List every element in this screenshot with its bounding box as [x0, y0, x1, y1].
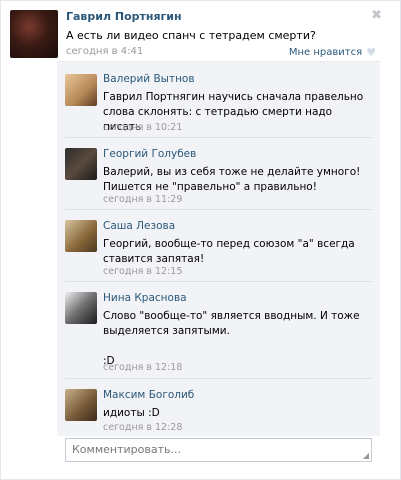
- comment-text: Слово "вообще-то" является вводным. И то…: [103, 310, 360, 367]
- comments-list: Валерий Вытнов Гаврил Портнягин научись …: [57, 62, 380, 436]
- comment-avatar[interactable]: [65, 74, 97, 106]
- comment-author[interactable]: Валерий Вытнов: [103, 73, 195, 85]
- comment-avatar[interactable]: [65, 148, 97, 180]
- comment-avatar[interactable]: [65, 292, 97, 324]
- post-author-avatar[interactable]: [10, 10, 58, 58]
- comment-avatar[interactable]: [65, 220, 97, 252]
- post-author-name[interactable]: Гаврил Портнягин: [66, 10, 182, 23]
- comment-input-placeholder: Комментировать...: [72, 443, 181, 456]
- close-icon[interactable]: ✖: [371, 8, 382, 23]
- comment-author[interactable]: Георгий Голубев: [103, 148, 196, 160]
- comment-author[interactable]: Саша Лезова: [103, 220, 175, 232]
- post-date[interactable]: сегодня в 4:41: [66, 46, 143, 57]
- comment-author[interactable]: Нина Краснова: [103, 292, 187, 304]
- comment-date[interactable]: сегодня в 11:29: [103, 194, 182, 205]
- comment-date[interactable]: сегодня в 12:28: [103, 422, 182, 433]
- comment-text: Валерий, вы из себя тоже не делайте умно…: [103, 166, 361, 193]
- heart-icon: ♥: [366, 46, 376, 59]
- comment-item: Максим Боголиб идиоты :D сегодня в 12:28: [57, 378, 380, 436]
- comment-input[interactable]: Комментировать... ◢: [65, 438, 372, 462]
- comment-item: Валерий Вытнов Гаврил Портнягин научись …: [57, 62, 380, 137]
- comment-date[interactable]: сегодня в 12:18: [103, 362, 182, 373]
- comment-date[interactable]: сегодня в 10:21: [103, 122, 182, 133]
- like-label: Мне нравится: [288, 47, 363, 58]
- like-button[interactable]: Мне нравится ♥: [289, 46, 376, 59]
- post-text: А есть ли видео спанч с тетрадем смерти?: [66, 29, 316, 42]
- resize-handle-icon[interactable]: ◢: [363, 451, 369, 460]
- comment-author[interactable]: Максим Боголиб: [103, 389, 194, 401]
- comment-item: Нина Краснова Слово "вообще-то" является…: [57, 281, 380, 378]
- comment-avatar[interactable]: [65, 389, 97, 421]
- post-card: Гаврил Портнягин А есть ли видео спанч с…: [0, 0, 401, 480]
- comment-text: Георгий, вообще-то перед союзом "а" всег…: [103, 238, 355, 265]
- comment-item: Георгий Голубев Валерий, вы из себя тоже…: [57, 137, 380, 209]
- comment-text: идиоты :D: [103, 407, 160, 419]
- comment-item: Саша Лезова Георгий, вообще-то перед сою…: [57, 209, 380, 281]
- comment-date[interactable]: сегодня в 12:15: [103, 266, 182, 277]
